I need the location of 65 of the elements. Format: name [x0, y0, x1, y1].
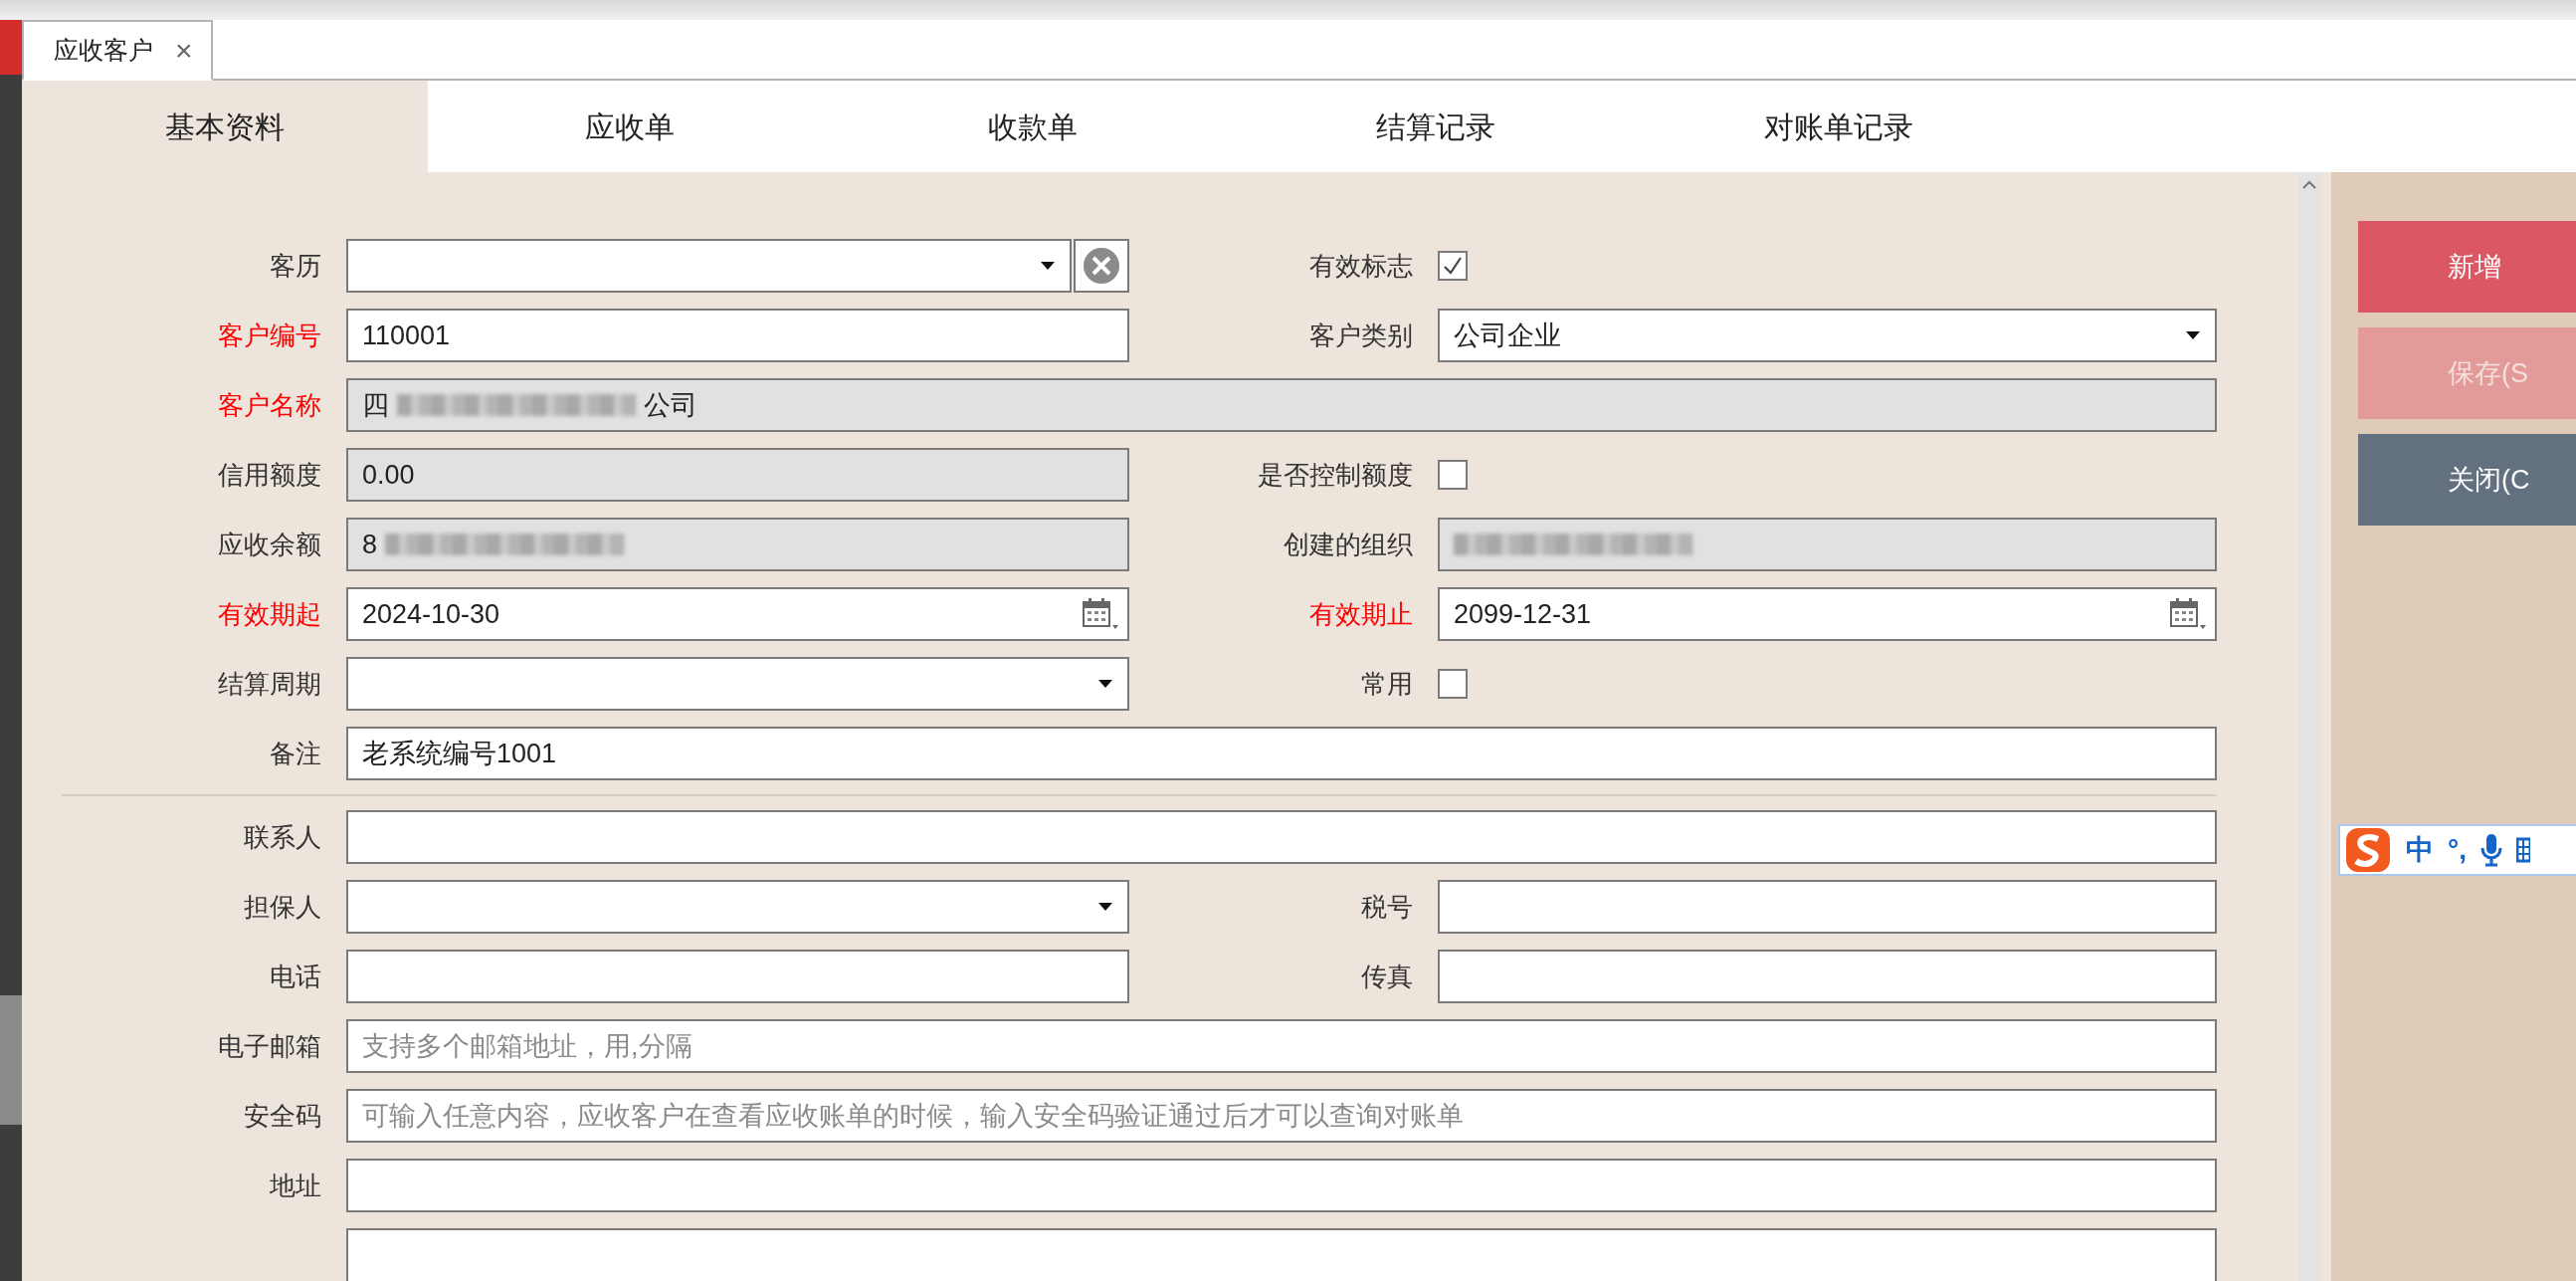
field-label: 应收余额 — [217, 528, 321, 561]
ime-mode[interactable]: 中 — [2406, 836, 2434, 864]
input-field[interactable] — [1438, 880, 2217, 934]
tab[interactable]: 基本资料 — [22, 81, 428, 172]
date-field[interactable]: 2099-12-31 — [1438, 587, 2217, 641]
input-field[interactable] — [1438, 950, 2217, 1003]
input-field[interactable] — [346, 950, 1129, 1003]
close-button[interactable]: × — [175, 35, 193, 66]
field-label: 担保人 — [243, 890, 321, 924]
ime-logo-icon[interactable] — [2344, 826, 2392, 874]
input-field[interactable] — [346, 1159, 2217, 1212]
action-button[interactable]: 关闭(C — [2358, 434, 2576, 526]
input-field[interactable]: 四 公司 — [346, 378, 2217, 432]
dropdown-field[interactable]: 公司企业 — [1438, 309, 2217, 362]
field-label: 客户类别 — [1308, 319, 1413, 352]
field-label: 备注 — [269, 737, 321, 770]
clear-button[interactable] — [1074, 239, 1129, 293]
document-tab[interactable]: 应收客户 × — [22, 20, 213, 81]
action-button[interactable]: 新增 — [2358, 221, 2576, 313]
input-field[interactable]: 可输入任意内容，应收客户在查看应收账单的时候，输入安全码验证通过后才可以查询对账单 — [346, 1089, 2217, 1143]
input-field[interactable] — [346, 810, 2217, 864]
dropdown-field[interactable] — [346, 239, 1072, 293]
field-label: 传真 — [1360, 960, 1413, 993]
field-label: 客户编号 — [217, 319, 321, 352]
field-label: 结算周期 — [217, 667, 321, 701]
check-icon — [1442, 255, 1464, 277]
field-label: 客历 — [269, 249, 321, 283]
scrollbar[interactable] — [2298, 172, 2320, 1281]
checkbox[interactable] — [1438, 460, 1468, 490]
field-label: 有效期起 — [217, 597, 321, 631]
caret-icon — [1097, 679, 1113, 689]
microphone-icon[interactable] — [2480, 833, 2502, 867]
input-field[interactable]: 0.00 — [346, 448, 1129, 502]
scroll-up-icon[interactable] — [2302, 180, 2316, 189]
input-field[interactable]: 老系统编号1001 — [346, 727, 2217, 780]
caret-icon — [1097, 902, 1113, 912]
field-label: 常用 — [1360, 667, 1413, 701]
field-label: 地址 — [269, 1169, 321, 1202]
field-label: 有效期止 — [1308, 597, 1413, 631]
clear-icon — [1083, 247, 1120, 285]
field-label: 是否控制额度 — [1257, 458, 1413, 492]
ime-punctuation[interactable]: °, — [2448, 836, 2467, 864]
checkbox[interactable] — [1438, 669, 1468, 699]
dropdown-field[interactable] — [346, 657, 1129, 711]
dropdown-field[interactable] — [346, 880, 1129, 934]
field-label: 税号 — [1360, 890, 1413, 924]
field-label: 有效标志 — [1308, 249, 1413, 283]
field-label: 信用额度 — [217, 458, 321, 492]
input-field[interactable]: 支持多个邮箱地址，用,分隔 — [346, 1019, 2217, 1073]
field-label: 安全码 — [243, 1099, 321, 1133]
calendar-icon[interactable] — [1082, 597, 1119, 631]
field-label: 电话 — [269, 960, 321, 993]
field-label: 创建的组织 — [1283, 528, 1413, 561]
caret-icon — [2185, 330, 2201, 340]
caret-icon — [1040, 261, 1056, 271]
field-label: 电子邮箱 — [217, 1029, 321, 1063]
calendar-icon[interactable] — [2169, 597, 2207, 631]
field-label: 客户名称 — [217, 388, 321, 422]
date-field[interactable]: 2024-10-30 — [346, 587, 1129, 641]
keyboard-icon[interactable] — [2516, 836, 2530, 864]
field-label: 联系人 — [243, 820, 321, 854]
input-field[interactable]: 110001 — [346, 309, 1129, 362]
checkbox[interactable] — [1438, 251, 1468, 281]
input-field[interactable] — [1438, 518, 2217, 571]
input-field[interactable]: 8 — [346, 518, 1129, 571]
